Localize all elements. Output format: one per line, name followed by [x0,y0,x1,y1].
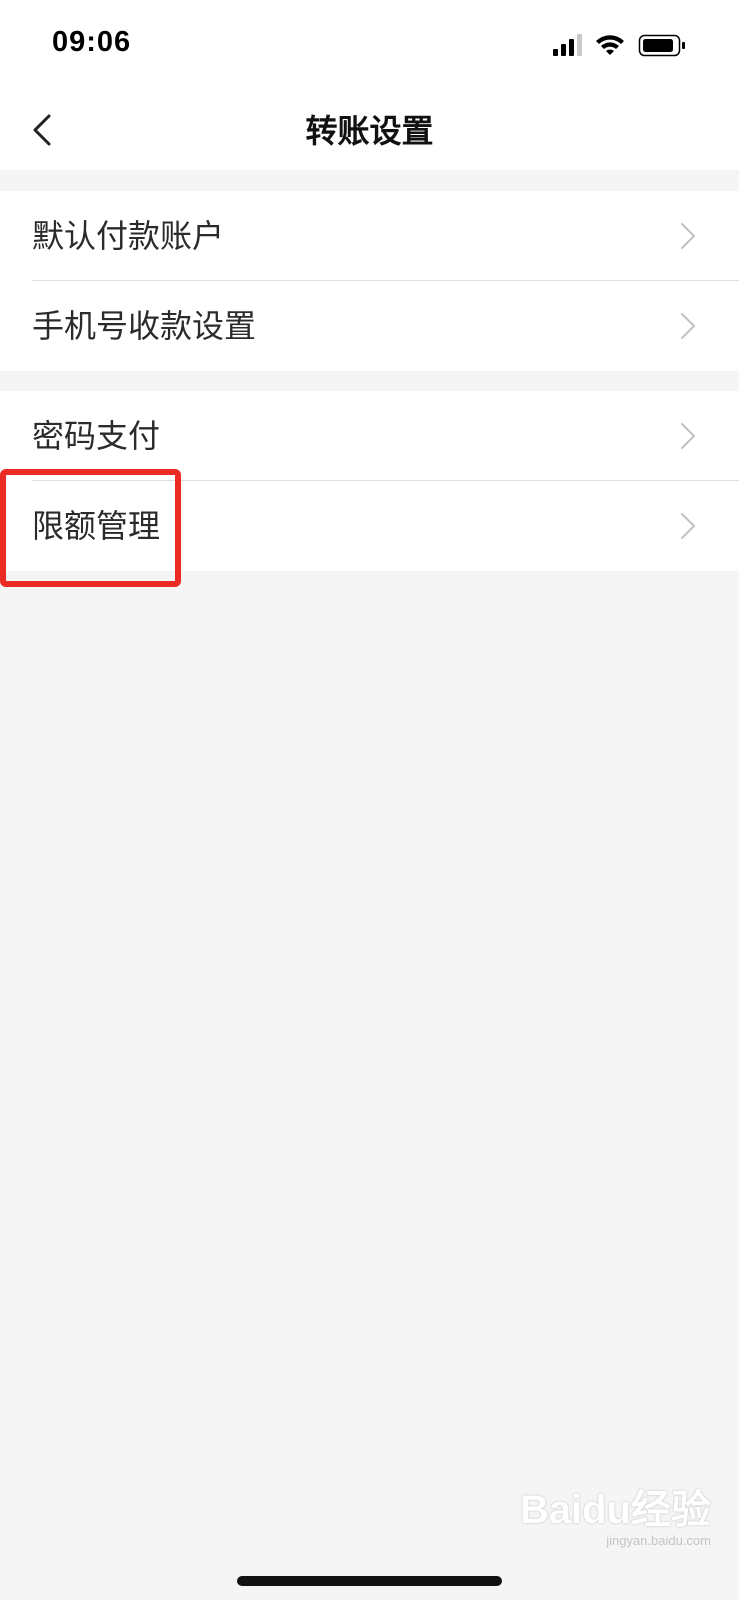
status-bar: 09:06 [0,0,739,90]
chevron-right-icon [680,312,696,340]
list-item-password-payment[interactable]: 密码支付 [0,391,739,481]
page-title: 转账设置 [305,112,434,150]
cellular-signal-icon [553,34,582,56]
chevron-right-icon [680,222,696,250]
highlight-annotation-box [0,469,181,587]
nav-bar: 转账设置 [0,90,739,170]
watermark: Baidu经验 jingyan.baidu.com [520,1477,711,1548]
status-time: 09:06 [52,26,132,58]
chevron-right-icon [680,422,696,450]
home-indicator[interactable] [237,1576,502,1586]
settings-group-1: 默认付款账户 手机号收款设置 [0,191,739,371]
watermark-url: jingyan.baidu.com [606,1533,711,1548]
watermark-logo: Baidu经验 [519,1488,711,1532]
list-item-label: 默认付款账户 [32,217,225,255]
list-item-default-payment-account[interactable]: 默认付款账户 [0,191,739,281]
battery-icon [638,34,685,57]
list-item-label: 手机号收款设置 [32,307,257,345]
status-icons [553,32,703,60]
wifi-icon [596,35,624,55]
list-item-phone-receive-settings[interactable]: 手机号收款设置 [0,281,739,371]
list-item-label: 密码支付 [32,417,161,455]
chevron-right-icon [680,512,696,540]
